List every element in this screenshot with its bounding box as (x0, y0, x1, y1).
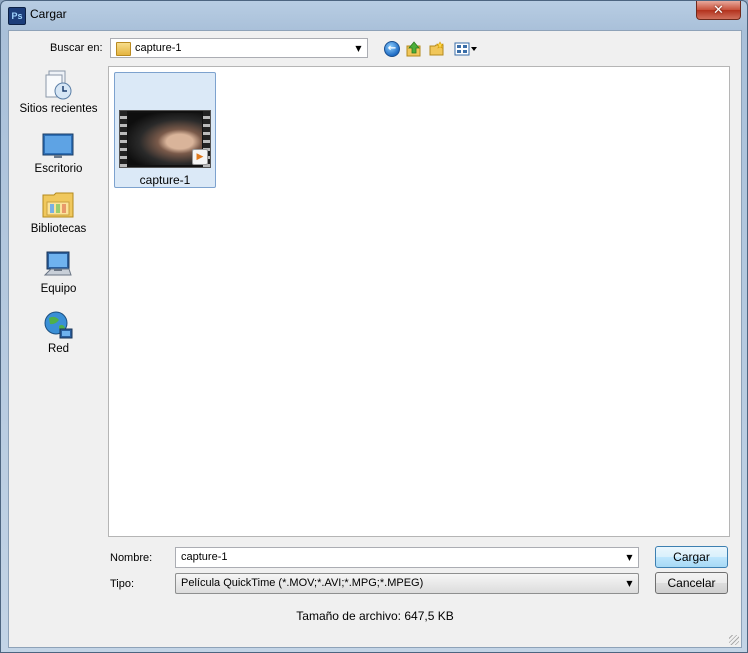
lookin-label: Buscar en: (50, 42, 103, 54)
desktop-icon (42, 133, 74, 158)
file-name: capture-1 (139, 173, 191, 187)
play-icon: ▶ (192, 149, 208, 165)
place-label: Red (47, 343, 70, 355)
file-type-value: Película QuickTime (*.MOV;*.AVI;*.MPG;*.… (181, 577, 424, 589)
places-bar: Sitios recientes Escritorio Bibliotecas … (9, 66, 108, 566)
network-icon (44, 311, 73, 339)
file-name-combo[interactable]: capture-1 ▼ (175, 547, 639, 568)
folder-icon (116, 42, 131, 56)
place-label: Sitios recientes (19, 103, 98, 115)
chevron-down-icon[interactable]: ▼ (624, 577, 635, 589)
video-thumbnail: ▶ (119, 110, 211, 168)
computer-icon (43, 251, 72, 276)
file-type-select[interactable]: Película QuickTime (*.MOV;*.AVI;*.MPG;*.… (175, 573, 639, 594)
place-label: Equipo (40, 283, 77, 295)
file-list-view[interactable]: ▶ capture-1 (108, 66, 730, 537)
place-label: Bibliotecas (30, 223, 87, 235)
file-name-value: capture-1 (181, 551, 228, 563)
open-button[interactable]: Cargar (655, 546, 728, 568)
file-item[interactable]: ▶ capture-1 (114, 72, 216, 188)
open-dialog-window: Ps Cargar ✕ Buscar en: capture-1 ▼ ← Sit… (0, 0, 748, 653)
place-network[interactable]: Red (9, 306, 108, 362)
place-recent[interactable]: Sitios recientes (9, 66, 108, 122)
file-size-label: Tamaño de archivo: 647,5 KB (296, 609, 454, 623)
back-icon: ← (384, 41, 400, 57)
dialog-client-area: Buscar en: capture-1 ▼ ← Sitios reciente… (8, 30, 742, 648)
place-computer[interactable]: Equipo (9, 246, 108, 302)
up-folder-button[interactable] (405, 40, 423, 58)
up-folder-icon (406, 41, 421, 57)
place-desktop[interactable]: Escritorio (9, 126, 108, 182)
title-bar[interactable]: Ps Cargar ✕ (1, 1, 747, 29)
libraries-icon (42, 192, 74, 218)
photoshop-app-icon: Ps (8, 7, 26, 25)
film-strip-left (120, 111, 127, 167)
view-menu-button[interactable] (453, 40, 479, 58)
place-label: Escritorio (34, 163, 83, 175)
type-label: Tipo: (110, 578, 135, 590)
back-button[interactable]: ← (383, 40, 401, 58)
new-folder-button[interactable] (428, 40, 446, 58)
new-folder-icon (429, 41, 444, 56)
lookin-dropdown[interactable]: capture-1 ▼ (110, 38, 368, 58)
place-libraries[interactable]: Bibliotecas (9, 186, 108, 242)
window-title: Cargar (30, 7, 67, 21)
close-button[interactable]: ✕ (696, 1, 741, 20)
chevron-down-icon[interactable]: ▼ (353, 42, 364, 54)
cancel-button[interactable]: Cancelar (655, 572, 728, 594)
video-frame-image (128, 113, 202, 165)
recent-places-icon (45, 70, 72, 100)
lookin-value: capture-1 (135, 42, 182, 54)
chevron-down-icon[interactable]: ▼ (624, 551, 635, 563)
view-menu-icon (454, 42, 477, 56)
name-label: Nombre: (110, 552, 153, 564)
resize-grip[interactable] (729, 635, 739, 645)
